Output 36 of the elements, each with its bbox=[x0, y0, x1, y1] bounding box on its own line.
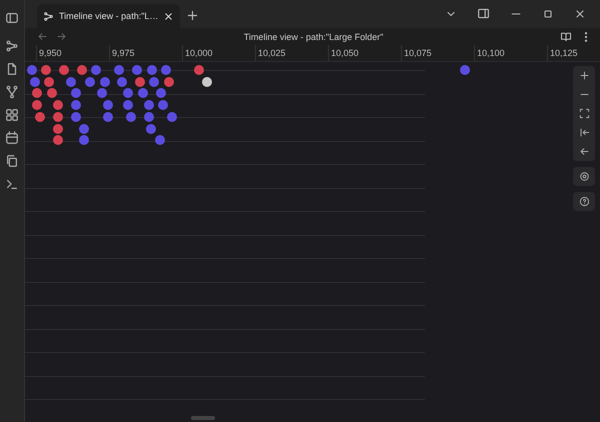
close-icon[interactable] bbox=[163, 10, 174, 22]
forward-icon[interactable] bbox=[56, 31, 67, 42]
arrow-left-icon bbox=[578, 146, 590, 157]
ruler-label: 9,950 bbox=[39, 48, 62, 58]
ruler-label: 10,125 bbox=[550, 48, 578, 58]
ruler-label: 10,025 bbox=[258, 48, 286, 58]
settings-icon bbox=[578, 171, 590, 182]
fork-icon[interactable] bbox=[5, 85, 19, 99]
terminal-icon[interactable] bbox=[5, 177, 19, 191]
maximize-icon[interactable] bbox=[542, 8, 554, 20]
view-title: Timeline view - path:"Large Folder" bbox=[242, 32, 384, 42]
calendar-icon[interactable] bbox=[5, 131, 19, 145]
jump-start-icon bbox=[578, 127, 590, 138]
close-icon[interactable] bbox=[574, 8, 586, 20]
help-button[interactable] bbox=[573, 192, 595, 211]
ruler-label: 10,000 bbox=[185, 48, 213, 58]
tab[interactable]: Timeline view - path:"L… bbox=[37, 4, 180, 28]
copy-icon[interactable] bbox=[5, 154, 19, 168]
split-view-icon[interactable] bbox=[477, 7, 490, 20]
plus-icon bbox=[578, 70, 590, 81]
fit-icon bbox=[578, 108, 590, 119]
grid-icon[interactable] bbox=[5, 108, 19, 122]
graph-icon[interactable] bbox=[5, 39, 19, 53]
ruler-label: 9,975 bbox=[112, 48, 135, 58]
timeline-item[interactable] bbox=[202, 77, 212, 87]
file-icon[interactable] bbox=[5, 62, 19, 76]
scrollbar-thumb[interactable] bbox=[191, 416, 215, 420]
settings-button[interactable] bbox=[573, 167, 595, 186]
ruler-label: 10,100 bbox=[477, 48, 505, 58]
back-icon[interactable] bbox=[37, 31, 48, 42]
ruler-label: 10,050 bbox=[331, 48, 359, 58]
sidebar-toggle-icon[interactable] bbox=[5, 10, 19, 24]
ruler-label: 10,075 bbox=[404, 48, 432, 58]
book-icon[interactable] bbox=[560, 30, 572, 42]
new-tab-icon[interactable] bbox=[186, 9, 200, 22]
help-icon bbox=[578, 196, 590, 207]
